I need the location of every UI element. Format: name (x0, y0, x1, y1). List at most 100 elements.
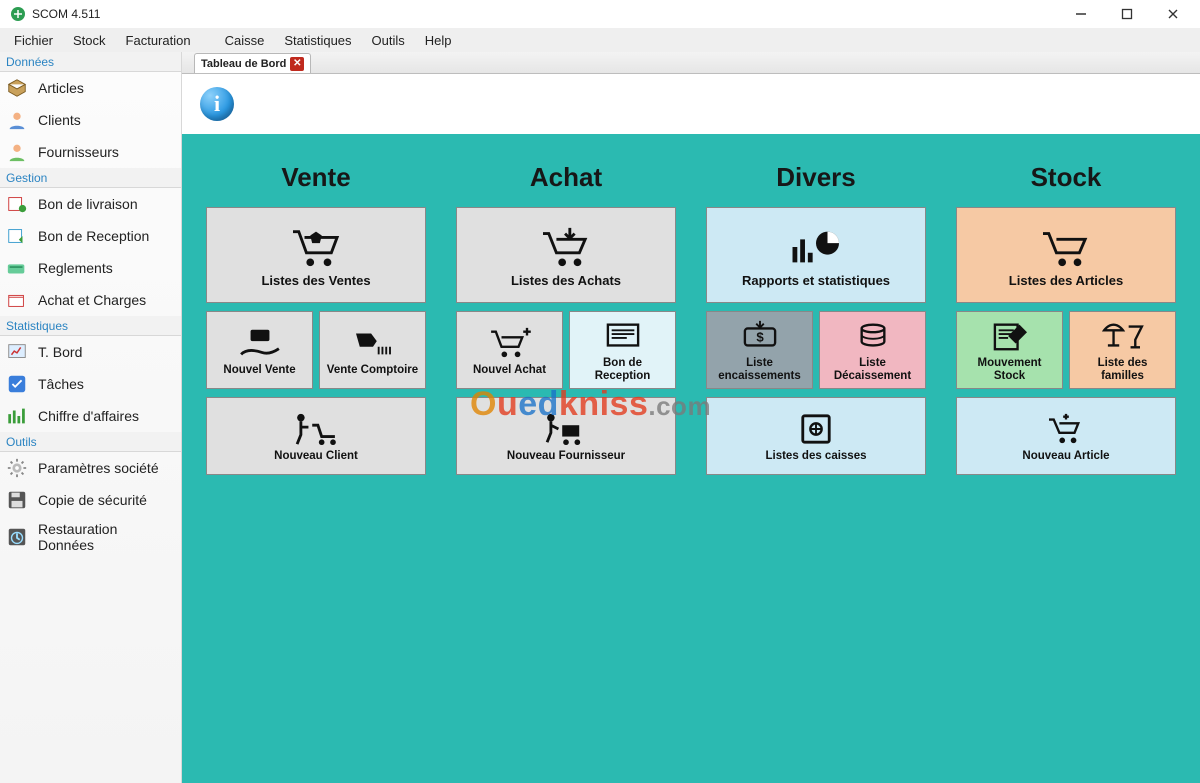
tile-liste-familles[interactable]: Liste des familles (1069, 311, 1176, 389)
hand-cash-icon (236, 326, 284, 360)
sidebar-item-tbord[interactable]: T. Bord (0, 336, 181, 368)
window-title: SCOM 4.511 (32, 7, 1058, 21)
delivery-icon (6, 193, 28, 215)
umbrella-glass-icon (1099, 319, 1147, 353)
tile-listes-caisses[interactable]: Listes des caisses (706, 397, 926, 475)
cart-plus-icon (486, 326, 534, 360)
tile-label: Rapports et statistiques (742, 274, 890, 288)
minimize-button[interactable] (1058, 0, 1104, 28)
close-button[interactable] (1150, 0, 1196, 28)
window-controls (1058, 0, 1196, 28)
sidebar-item-fournisseurs[interactable]: Fournisseurs (0, 136, 181, 168)
column-achat: Achat Listes des Achats Nouvel Achat (456, 162, 676, 475)
tile-liste-decaissement[interactable]: Liste Décaissement (819, 311, 926, 389)
cart-icon (284, 224, 348, 270)
tile-label: Nouvel Achat (473, 364, 546, 377)
menu-stock[interactable]: Stock (63, 30, 116, 51)
column-title: Achat (456, 162, 676, 193)
tile-bon-reception[interactable]: Bon de Reception (569, 311, 676, 389)
tile-label: Listes des Ventes (261, 274, 370, 288)
sidebar-item-clients[interactable]: Clients (0, 104, 181, 136)
tile-listes-articles[interactable]: Listes des Articles (956, 207, 1176, 303)
tile-label: Nouveau Client (274, 450, 358, 463)
tile-listes-ventes[interactable]: Listes des Ventes (206, 207, 426, 303)
edit-note-icon (986, 319, 1034, 353)
tile-nouvel-vente[interactable]: Nouvel Vente (206, 311, 313, 389)
sidebar-item-label: Reglements (38, 260, 113, 276)
tile-nouvel-achat[interactable]: Nouvel Achat (456, 311, 563, 389)
sidebar-item-label: Chiffre d'affaires (38, 408, 139, 424)
gear-icon (6, 457, 28, 479)
info-icon[interactable]: i (200, 87, 234, 121)
supplier-icon (6, 141, 28, 163)
menu-caisse[interactable]: Caisse (215, 30, 275, 51)
column-title: Stock (956, 162, 1176, 193)
maximize-button[interactable] (1104, 0, 1150, 28)
menu-statistiques[interactable]: Statistiques (274, 30, 361, 51)
tile-vente-comptoir[interactable]: Vente Comptoire (319, 311, 426, 389)
safe-icon (792, 412, 840, 446)
tile-mouvement-stock[interactable]: Mouvement Stock (956, 311, 1063, 389)
menu-help[interactable]: Help (415, 30, 462, 51)
tile-nouveau-article[interactable]: Nouveau Article (956, 397, 1176, 475)
menu-outils[interactable]: Outils (362, 30, 415, 51)
tile-label: Nouvel Vente (223, 364, 295, 377)
cart-icon (1034, 224, 1098, 270)
tab-tableau-de-bord[interactable]: Tableau de Bord ✕ (194, 53, 311, 73)
sidebar-header-outils: Outils (0, 432, 181, 452)
menu-facturation[interactable]: Facturation (116, 30, 201, 51)
sidebar-item-chiffre-affaires[interactable]: Chiffre d'affaires (0, 400, 181, 432)
column-vente: Vente Listes des Ventes Nouvel Vente (206, 162, 426, 475)
sidebar-item-achat-charges[interactable]: Achat et Charges (0, 284, 181, 316)
sidebar-item-parametres[interactable]: Paramètres société (0, 452, 181, 484)
cart-add-icon (1042, 412, 1090, 446)
tile-label: Listes des Articles (1009, 274, 1123, 288)
menu-fichier[interactable]: Fichier (4, 30, 63, 51)
tile-label: Listes des caisses (765, 450, 866, 463)
column-title: Vente (206, 162, 426, 193)
content-area: Tableau de Bord ✕ i Vente Li (182, 52, 1200, 783)
sidebar-item-reglements[interactable]: Reglements (0, 252, 181, 284)
charges-icon (6, 289, 28, 311)
tile-liste-encaissements[interactable]: $ Liste encaissements (706, 311, 813, 389)
sidebar-item-label: Fournisseurs (38, 144, 119, 160)
sidebar-item-bon-reception[interactable]: Bon de Reception (0, 220, 181, 252)
sidebar-item-label: Bon de Reception (38, 228, 149, 244)
sidebar-item-label: Copie de sécurité (38, 492, 147, 508)
tile-listes-achats[interactable]: Listes des Achats (456, 207, 676, 303)
sidebar-item-label: T. Bord (38, 344, 82, 360)
tile-label: Nouveau Fournisseur (507, 450, 625, 463)
person-cart-icon (286, 412, 346, 446)
sidebar-item-bon-livraison[interactable]: Bon de livraison (0, 188, 181, 220)
sidebar-header-statistiques: Statistiques (0, 316, 181, 336)
supplier-cart-icon (536, 412, 596, 446)
sidebar-header-gestion: Gestion (0, 168, 181, 188)
money-in-icon: $ (736, 319, 784, 353)
sidebar-item-restauration[interactable]: Restauration Données (0, 516, 181, 558)
close-icon[interactable]: ✕ (290, 57, 304, 71)
sidebar-item-articles[interactable]: Articles (0, 72, 181, 104)
chart-icon (784, 224, 848, 270)
sidebar-item-label: Articles (38, 80, 84, 96)
save-icon (6, 489, 28, 511)
sidebar-item-label: Clients (38, 112, 81, 128)
sidebar-item-taches[interactable]: Tâches (0, 368, 181, 400)
column-divers: Divers Rapports et statistiques $ Liste … (706, 162, 926, 475)
app-icon (10, 6, 26, 22)
tile-nouveau-fournisseur[interactable]: Nouveau Fournisseur (456, 397, 676, 475)
tab-label: Tableau de Bord (201, 58, 286, 70)
tasks-icon (6, 373, 28, 395)
revenue-icon (6, 405, 28, 427)
tile-nouveau-client[interactable]: Nouveau Client (206, 397, 426, 475)
titlebar: SCOM 4.511 (0, 0, 1200, 28)
sidebar-item-label: Restauration Données (38, 521, 173, 553)
dashboard: Vente Listes des Ventes Nouvel Vente (182, 134, 1200, 783)
payments-icon (6, 257, 28, 279)
tile-label: Listes des Achats (511, 274, 621, 288)
tabstrip: Tableau de Bord ✕ (182, 52, 1200, 74)
sidebar-item-copie-securite[interactable]: Copie de sécurité (0, 484, 181, 516)
tile-rapports-stats[interactable]: Rapports et statistiques (706, 207, 926, 303)
tile-label: Bon de Reception (576, 357, 669, 382)
box-icon (6, 77, 28, 99)
sidebar-item-label: Tâches (38, 376, 84, 392)
